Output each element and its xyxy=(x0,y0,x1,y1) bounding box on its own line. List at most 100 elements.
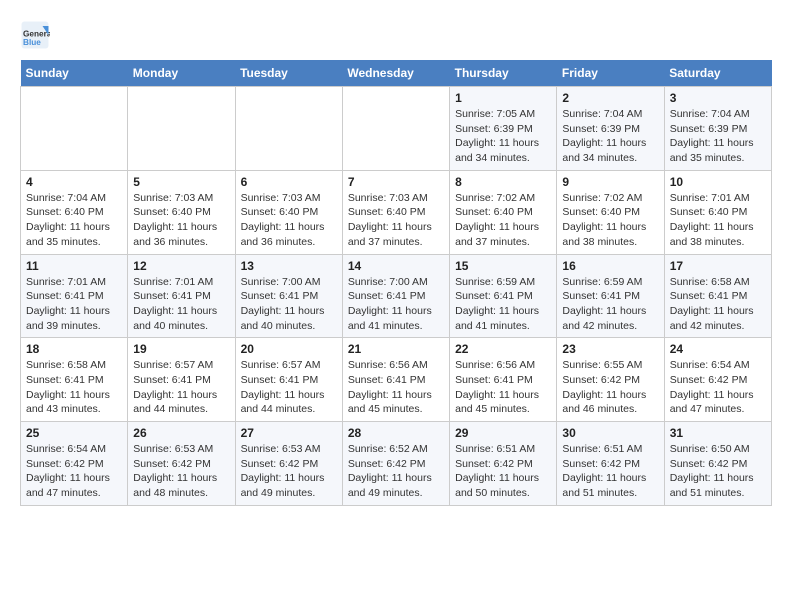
day-number: 8 xyxy=(455,175,551,189)
day-header-tuesday: Tuesday xyxy=(235,60,342,87)
day-number: 23 xyxy=(562,342,658,356)
day-number: 13 xyxy=(241,259,337,273)
calendar-cell: 12 Sunrise: 7:01 AM Sunset: 6:41 PM Dayli… xyxy=(128,254,235,338)
day-number: 17 xyxy=(670,259,766,273)
day-info: Sunrise: 7:04 AM Sunset: 6:40 PM Dayligh… xyxy=(26,191,122,250)
calendar-header-row: SundayMondayTuesdayWednesdayThursdayFrid… xyxy=(21,60,772,87)
calendar-cell: 24 Sunrise: 6:54 AM Sunset: 6:42 PM Dayli… xyxy=(664,338,771,422)
day-info: Sunrise: 7:05 AM Sunset: 6:39 PM Dayligh… xyxy=(455,107,551,166)
day-number: 10 xyxy=(670,175,766,189)
day-info: Sunrise: 6:59 AM Sunset: 6:41 PM Dayligh… xyxy=(562,275,658,334)
svg-text:Blue: Blue xyxy=(23,38,41,47)
day-number: 25 xyxy=(26,426,122,440)
day-info: Sunrise: 6:55 AM Sunset: 6:42 PM Dayligh… xyxy=(562,358,658,417)
calendar-cell: 30 Sunrise: 6:51 AM Sunset: 6:42 PM Dayli… xyxy=(557,422,664,506)
calendar-cell xyxy=(235,87,342,171)
calendar-cell: 22Sunrise: 6:56 AM Sunset: 6:41 PM Dayli… xyxy=(450,338,557,422)
calendar-cell: 18 Sunrise: 6:58 AM Sunset: 6:41 PM Dayli… xyxy=(21,338,128,422)
day-header-sunday: Sunday xyxy=(21,60,128,87)
day-info: Sunrise: 6:53 AM Sunset: 6:42 PM Dayligh… xyxy=(241,442,337,501)
calendar-cell: 5 Sunrise: 7:03 AM Sunset: 6:40 PM Daylig… xyxy=(128,170,235,254)
day-info: Sunrise: 6:50 AM Sunset: 6:42 PM Dayligh… xyxy=(670,442,766,501)
calendar-cell xyxy=(21,87,128,171)
day-info: Sunrise: 7:03 AM Sunset: 6:40 PM Dayligh… xyxy=(133,191,229,250)
calendar-cell: 7 Sunrise: 7:03 AM Sunset: 6:40 PM Daylig… xyxy=(342,170,449,254)
day-info: Sunrise: 7:02 AM Sunset: 6:40 PM Dayligh… xyxy=(562,191,658,250)
day-header-thursday: Thursday xyxy=(450,60,557,87)
day-header-monday: Monday xyxy=(128,60,235,87)
day-info: Sunrise: 7:01 AM Sunset: 6:41 PM Dayligh… xyxy=(26,275,122,334)
week-row-1: 1 Sunrise: 7:05 AM Sunset: 6:39 PM Daylig… xyxy=(21,87,772,171)
day-number: 7 xyxy=(348,175,444,189)
day-info: Sunrise: 6:59 AM Sunset: 6:41 PM Dayligh… xyxy=(455,275,551,334)
calendar-cell: 4 Sunrise: 7:04 AM Sunset: 6:40 PM Daylig… xyxy=(21,170,128,254)
day-number: 16 xyxy=(562,259,658,273)
calendar-cell: 31 Sunrise: 6:50 AM Sunset: 6:42 PM Dayli… xyxy=(664,422,771,506)
day-info: Sunrise: 6:51 AM Sunset: 6:42 PM Dayligh… xyxy=(562,442,658,501)
day-info: Sunrise: 7:01 AM Sunset: 6:41 PM Dayligh… xyxy=(133,275,229,334)
calendar-cell: 29Sunrise: 6:51 AM Sunset: 6:42 PM Dayli… xyxy=(450,422,557,506)
day-number: 4 xyxy=(26,175,122,189)
calendar-cell: 11 Sunrise: 7:01 AM Sunset: 6:41 PM Dayli… xyxy=(21,254,128,338)
day-number: 20 xyxy=(241,342,337,356)
day-number: 3 xyxy=(670,91,766,105)
logo-icon: General Blue xyxy=(20,20,50,50)
calendar-cell: 6 Sunrise: 7:03 AM Sunset: 6:40 PM Daylig… xyxy=(235,170,342,254)
day-number: 5 xyxy=(133,175,229,189)
calendar-cell: 26Sunrise: 6:53 AM Sunset: 6:42 PM Dayli… xyxy=(128,422,235,506)
calendar-cell: 15 Sunrise: 6:59 AM Sunset: 6:41 PM Dayli… xyxy=(450,254,557,338)
day-header-saturday: Saturday xyxy=(664,60,771,87)
day-info: Sunrise: 6:58 AM Sunset: 6:41 PM Dayligh… xyxy=(26,358,122,417)
day-number: 18 xyxy=(26,342,122,356)
calendar-cell: 10Sunrise: 7:01 AM Sunset: 6:40 PM Dayli… xyxy=(664,170,771,254)
day-info: Sunrise: 6:57 AM Sunset: 6:41 PM Dayligh… xyxy=(133,358,229,417)
day-info: Sunrise: 7:00 AM Sunset: 6:41 PM Dayligh… xyxy=(348,275,444,334)
calendar-cell: 19 Sunrise: 6:57 AM Sunset: 6:41 PM Dayli… xyxy=(128,338,235,422)
calendar-cell: 8 Sunrise: 7:02 AM Sunset: 6:40 PM Daylig… xyxy=(450,170,557,254)
day-info: Sunrise: 7:03 AM Sunset: 6:40 PM Dayligh… xyxy=(348,191,444,250)
calendar-cell: 9 Sunrise: 7:02 AM Sunset: 6:40 PM Daylig… xyxy=(557,170,664,254)
day-number: 9 xyxy=(562,175,658,189)
day-number: 6 xyxy=(241,175,337,189)
calendar-cell: 28Sunrise: 6:52 AM Sunset: 6:42 PM Dayli… xyxy=(342,422,449,506)
day-number: 1 xyxy=(455,91,551,105)
day-number: 21 xyxy=(348,342,444,356)
calendar-cell: 13 Sunrise: 7:00 AM Sunset: 6:41 PM Dayli… xyxy=(235,254,342,338)
calendar-cell: 25Sunrise: 6:54 AM Sunset: 6:42 PM Dayli… xyxy=(21,422,128,506)
day-info: Sunrise: 6:54 AM Sunset: 6:42 PM Dayligh… xyxy=(670,358,766,417)
calendar-cell: 20 Sunrise: 6:57 AM Sunset: 6:41 PM Dayli… xyxy=(235,338,342,422)
day-number: 30 xyxy=(562,426,658,440)
day-number: 19 xyxy=(133,342,229,356)
day-info: Sunrise: 7:03 AM Sunset: 6:40 PM Dayligh… xyxy=(241,191,337,250)
day-info: Sunrise: 6:57 AM Sunset: 6:41 PM Dayligh… xyxy=(241,358,337,417)
day-info: Sunrise: 7:02 AM Sunset: 6:40 PM Dayligh… xyxy=(455,191,551,250)
calendar-cell: 23 Sunrise: 6:55 AM Sunset: 6:42 PM Dayli… xyxy=(557,338,664,422)
day-number: 15 xyxy=(455,259,551,273)
week-row-4: 18 Sunrise: 6:58 AM Sunset: 6:41 PM Dayli… xyxy=(21,338,772,422)
day-number: 31 xyxy=(670,426,766,440)
day-number: 12 xyxy=(133,259,229,273)
day-number: 14 xyxy=(348,259,444,273)
day-info: Sunrise: 7:04 AM Sunset: 6:39 PM Dayligh… xyxy=(562,107,658,166)
calendar-cell: 2 Sunrise: 7:04 AM Sunset: 6:39 PM Daylig… xyxy=(557,87,664,171)
day-number: 28 xyxy=(348,426,444,440)
calendar-cell: 14 Sunrise: 7:00 AM Sunset: 6:41 PM Dayli… xyxy=(342,254,449,338)
day-info: Sunrise: 7:00 AM Sunset: 6:41 PM Dayligh… xyxy=(241,275,337,334)
day-number: 27 xyxy=(241,426,337,440)
header: General Blue xyxy=(20,20,772,50)
day-number: 29 xyxy=(455,426,551,440)
week-row-3: 11 Sunrise: 7:01 AM Sunset: 6:41 PM Dayli… xyxy=(21,254,772,338)
day-number: 26 xyxy=(133,426,229,440)
day-number: 24 xyxy=(670,342,766,356)
week-row-2: 4 Sunrise: 7:04 AM Sunset: 6:40 PM Daylig… xyxy=(21,170,772,254)
calendar-cell: 1 Sunrise: 7:05 AM Sunset: 6:39 PM Daylig… xyxy=(450,87,557,171)
day-header-wednesday: Wednesday xyxy=(342,60,449,87)
day-number: 11 xyxy=(26,259,122,273)
calendar-cell: 16 Sunrise: 6:59 AM Sunset: 6:41 PM Dayli… xyxy=(557,254,664,338)
day-info: Sunrise: 6:58 AM Sunset: 6:41 PM Dayligh… xyxy=(670,275,766,334)
day-number: 2 xyxy=(562,91,658,105)
day-number: 22 xyxy=(455,342,551,356)
calendar-cell: 21Sunrise: 6:56 AM Sunset: 6:41 PM Dayli… xyxy=(342,338,449,422)
day-header-friday: Friday xyxy=(557,60,664,87)
calendar-cell: 3Sunrise: 7:04 AM Sunset: 6:39 PM Daylig… xyxy=(664,87,771,171)
